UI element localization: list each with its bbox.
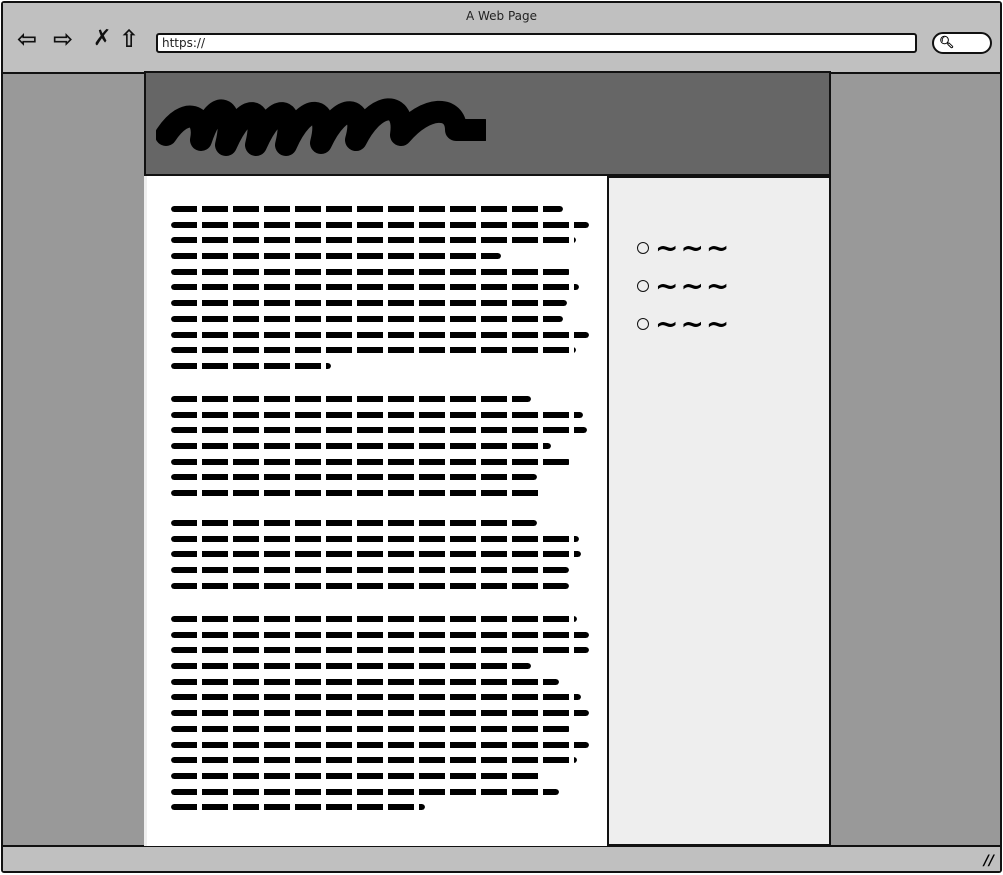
text-paragraph bbox=[171, 616, 589, 820]
url-input[interactable]: https:// bbox=[156, 33, 917, 53]
scribble-text-line bbox=[171, 804, 425, 811]
search-field[interactable]: 🔍︎ bbox=[932, 32, 992, 54]
forward-arrow-icon[interactable]: ⇨ bbox=[53, 25, 73, 53]
back-arrow-icon[interactable]: ⇦ bbox=[17, 25, 37, 53]
sidebar: ~~~ ~~~ ~~~ bbox=[607, 176, 831, 846]
scribble-text-line bbox=[171, 206, 563, 212]
radio-icon[interactable] bbox=[637, 280, 649, 292]
scribble-text-line bbox=[171, 631, 589, 638]
text-paragraph bbox=[171, 206, 589, 379]
scribble-text-line bbox=[171, 616, 577, 622]
scribble-text-line bbox=[171, 427, 587, 434]
scribble-text-line bbox=[171, 520, 537, 526]
scribble-text-line bbox=[171, 551, 581, 558]
scribble-text-line bbox=[171, 474, 537, 481]
scribble-text-line bbox=[171, 253, 501, 260]
search-icon: 🔍︎ bbox=[939, 35, 955, 49]
browser-chrome: A Web Page ⇦ ⇨ ✗ ⇧ https:// 🔍︎ bbox=[3, 3, 1000, 74]
window-title: A Web Page bbox=[465, 9, 538, 23]
scribble-text-line bbox=[171, 647, 589, 654]
scribble-text-line bbox=[171, 315, 563, 322]
home-icon[interactable]: ⇧ bbox=[119, 25, 139, 53]
scribble-text-line bbox=[171, 300, 567, 307]
scribble-text-line bbox=[171, 678, 559, 685]
scribble-text-line bbox=[171, 710, 589, 717]
scribble-text-line bbox=[171, 221, 589, 228]
text-paragraph bbox=[171, 520, 581, 598]
scribble-text-line bbox=[171, 535, 579, 542]
status-bar: // bbox=[3, 845, 1000, 871]
scribble-text-line bbox=[171, 725, 571, 732]
scribble-text-line bbox=[171, 694, 581, 701]
scribble-text-line bbox=[171, 411, 583, 418]
radio-icon[interactable] bbox=[637, 242, 649, 254]
scribble-text-line bbox=[171, 741, 589, 748]
radio-icon[interactable] bbox=[637, 318, 649, 330]
scribble-text-line bbox=[171, 362, 331, 369]
scribble-text-line bbox=[171, 490, 541, 497]
sidebar-item[interactable]: ~~~ bbox=[637, 310, 731, 338]
main-content bbox=[144, 176, 607, 846]
scribble-text-line bbox=[171, 237, 576, 244]
close-x-icon[interactable]: ✗ bbox=[93, 26, 111, 51]
scribble-text-line bbox=[171, 268, 571, 275]
scribble-text-line bbox=[171, 284, 579, 291]
resize-grip-icon[interactable]: // bbox=[984, 853, 994, 869]
scribble-text-line bbox=[171, 458, 571, 465]
scribble-text-line bbox=[171, 772, 541, 779]
sidebar-item[interactable]: ~~~ bbox=[637, 272, 731, 300]
scribble-text-line bbox=[171, 788, 559, 795]
scribble-text-line bbox=[171, 443, 551, 450]
scribble-text-line bbox=[171, 567, 569, 574]
scribble-text-line bbox=[171, 757, 577, 764]
sidebar-item[interactable]: ~~~ bbox=[637, 234, 731, 262]
scribble-logo bbox=[156, 98, 486, 156]
scribble-text-line bbox=[171, 396, 531, 402]
scribble-text-line bbox=[171, 582, 569, 589]
scribble-text-line bbox=[171, 331, 589, 338]
page-header bbox=[144, 71, 831, 176]
text-paragraph bbox=[171, 396, 587, 506]
scribble-text-line bbox=[171, 663, 531, 670]
scribble-text-line bbox=[171, 347, 576, 354]
